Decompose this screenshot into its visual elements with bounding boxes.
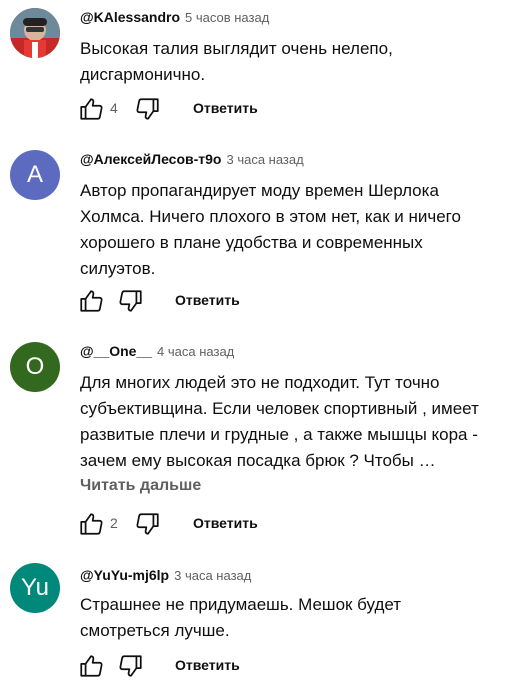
comment-text-line: Высокая талия выглядит очень нелепо, bbox=[80, 39, 393, 58]
comment-text-line: Для многих людей это не подходит. Тут то… bbox=[80, 373, 440, 392]
comment-text-line: Страшнее не придумаешь. Мешок будет bbox=[80, 595, 402, 614]
comment-text-line: развитые плечи и грудные , а также мышцы… bbox=[80, 425, 478, 444]
comment-header: @KAlessandro 5 часов назад bbox=[80, 8, 269, 27]
ellipsis: … bbox=[418, 451, 436, 470]
avatar[interactable]: O bbox=[10, 342, 60, 392]
comment-text-line: субъективщина. Если человек спортивный ,… bbox=[80, 399, 479, 418]
avatar-letter: Yu bbox=[20, 574, 50, 601]
comment-text-line: смотреться лучше. bbox=[80, 621, 230, 640]
comment-author[interactable]: @YuYu-mj6lp bbox=[80, 567, 169, 583]
avatar[interactable] bbox=[10, 8, 60, 58]
avatar[interactable]: A bbox=[10, 150, 60, 200]
avatar-letter: A bbox=[26, 161, 43, 188]
thumbs-up-icon[interactable] bbox=[78, 653, 104, 679]
comment-time[interactable]: 3 часа назад bbox=[226, 152, 303, 167]
comment-text-line: Автор пропагандирует моду времен Шерлока bbox=[80, 181, 439, 200]
comment-text: Автор пропагандирует моду времен Шерлока… bbox=[80, 178, 505, 282]
thumbs-down-icon[interactable] bbox=[118, 288, 144, 314]
comment-author[interactable]: @KAlessandro bbox=[80, 9, 180, 25]
like-count: 4 bbox=[110, 100, 118, 116]
comment-time[interactable]: 5 часов назад bbox=[185, 10, 269, 25]
read-more-link[interactable]: Читать дальше bbox=[80, 477, 201, 495]
comment-time[interactable]: 3 часа назад bbox=[174, 568, 251, 583]
thumbs-down-icon[interactable] bbox=[135, 96, 161, 122]
thumbs-up-icon[interactable] bbox=[78, 96, 104, 122]
like-count: 2 bbox=[110, 515, 118, 531]
reply-button[interactable]: Ответить bbox=[193, 515, 258, 531]
comment-time[interactable]: 4 часа назад bbox=[157, 344, 234, 359]
comment-text-line: дисгармонично. bbox=[80, 65, 206, 84]
comment-author[interactable]: @__One__ bbox=[80, 343, 152, 359]
comment-text-line: хорошего в плане удобства и современных bbox=[80, 233, 423, 252]
comment-text-line: зачем ему высокая посадка брюк ? Чтобы … bbox=[80, 448, 505, 474]
comment-header: @__One__ 4 часа назад bbox=[80, 342, 234, 361]
comment-text: Страшнее не придумаешь. Мешок будет смот… bbox=[80, 592, 505, 644]
comment-header: @YuYu-mj6lp 3 часа назад bbox=[80, 566, 251, 585]
comment-text: Высокая талия выглядит очень нелепо, дис… bbox=[80, 36, 505, 88]
reply-button[interactable]: Ответить bbox=[175, 292, 240, 308]
thumbs-up-icon[interactable] bbox=[78, 288, 104, 314]
thumbs-up-icon[interactable] bbox=[78, 511, 104, 537]
comment-text-line: силуэтов. bbox=[80, 259, 156, 278]
comment-author[interactable]: @АлексейЛесов-т9о bbox=[80, 151, 221, 167]
reply-button[interactable]: Ответить bbox=[193, 100, 258, 116]
comment-text: Для многих людей это не подходит. Тут то… bbox=[80, 370, 505, 474]
avatar-letter: O bbox=[25, 353, 45, 380]
comment-text-line: Холмса. Ничего плохого в этом нет, как и… bbox=[80, 207, 461, 226]
reply-button[interactable]: Ответить bbox=[175, 657, 240, 673]
comment-text-line-part: зачем ему высокая посадка брюк ? Чтобы bbox=[80, 451, 414, 470]
thumbs-down-icon[interactable] bbox=[135, 511, 161, 537]
avatar-photo-icon bbox=[10, 8, 60, 58]
avatar[interactable]: Yu bbox=[10, 563, 60, 613]
thumbs-down-icon[interactable] bbox=[118, 653, 144, 679]
comment-header: @АлексейЛесов-т9о 3 часа назад bbox=[80, 150, 304, 169]
